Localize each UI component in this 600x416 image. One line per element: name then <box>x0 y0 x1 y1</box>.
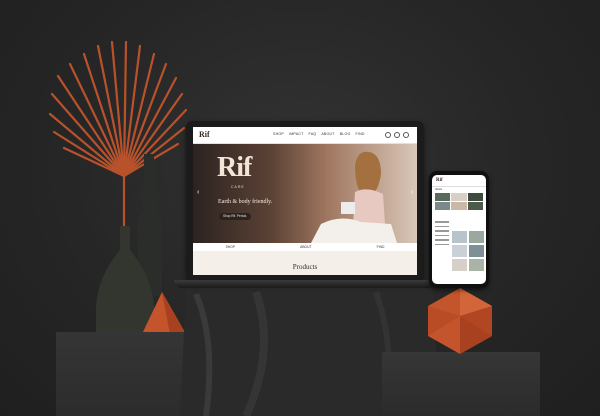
products-heading: Products <box>292 263 318 271</box>
phone-logo[interactable]: Rif <box>436 178 443 183</box>
search-icon[interactable] <box>385 132 391 138</box>
hero-logo: Rif <box>217 152 252 183</box>
laptop: Rif SHOP IMPACT FAQ ABOUT BLOG FIND Rif … <box>186 121 424 283</box>
nav-link-about[interactable]: ABOUT <box>321 132 334 136</box>
category-nav: SHOP ABOUT FIND <box>193 243 417 251</box>
carousel-next-icon[interactable]: › <box>411 189 413 196</box>
text-line <box>435 225 449 227</box>
laptop-screen: Rif SHOP IMPACT FAQ ABOUT BLOG FIND Rif … <box>193 127 417 275</box>
site-header: Rif SHOP IMPACT FAQ ABOUT BLOG FIND <box>193 127 417 144</box>
phone-text-list <box>435 221 449 245</box>
nav-link-blog[interactable]: BLOG <box>340 132 351 136</box>
grid-photo[interactable] <box>467 193 483 201</box>
site-nav: SHOP IMPACT FAQ ABOUT BLOG FIND <box>273 132 365 136</box>
hero-subtitle: CARE <box>231 185 245 189</box>
grid-photo[interactable] <box>467 202 483 210</box>
text-line <box>435 239 449 241</box>
thumbnail[interactable] <box>469 245 484 257</box>
phone: Rif rifcare <box>429 171 489 288</box>
hero-tagline: Earth & body friendly. <box>218 199 273 205</box>
nav-link-faq[interactable]: FAQ <box>309 132 317 136</box>
phone-screen: Rif rifcare <box>432 175 486 284</box>
site-logo[interactable]: Rif <box>199 130 210 139</box>
grid-photo[interactable] <box>451 202 467 210</box>
text-line <box>435 230 449 232</box>
laptop-base <box>174 280 436 288</box>
thumbnail[interactable] <box>452 245 467 257</box>
polyhedron-decoration <box>428 288 492 354</box>
shop-button[interactable]: Shop Rif. Period. <box>219 213 251 220</box>
thumbnail[interactable] <box>469 259 484 271</box>
cart-icon[interactable] <box>403 132 409 138</box>
text-line <box>435 234 449 236</box>
right-pedestal <box>382 352 540 416</box>
thumbnail[interactable] <box>452 231 467 243</box>
category-link-shop[interactable]: SHOP <box>226 245 235 249</box>
hero-model-image <box>311 151 397 243</box>
header-icons <box>385 132 409 138</box>
thumbnail[interactable] <box>452 259 467 271</box>
grid-photo[interactable] <box>435 193 451 201</box>
account-icon[interactable] <box>394 132 400 138</box>
phone-photo-grid <box>435 193 483 210</box>
category-link-find[interactable]: FIND <box>377 245 385 249</box>
category-link-about[interactable]: ABOUT <box>300 245 311 249</box>
text-line <box>435 221 449 223</box>
phone-profile-text: rifcare <box>435 188 443 191</box>
grid-photo[interactable] <box>451 193 467 201</box>
nav-link-impact[interactable]: IMPACT <box>289 132 304 136</box>
text-line <box>435 243 449 245</box>
hero-banner: Rif CARE Earth & body friendly. Shop Rif… <box>193 144 417 243</box>
mockup-scene: Rif SHOP IMPACT FAQ ABOUT BLOG FIND Rif … <box>0 0 600 416</box>
nav-link-find[interactable]: FIND <box>356 132 365 136</box>
nav-link-shop[interactable]: SHOP <box>273 132 284 136</box>
carousel-prev-icon[interactable]: ‹ <box>197 189 199 196</box>
grid-photo[interactable] <box>435 202 451 210</box>
thumbnail[interactable] <box>469 231 484 243</box>
phone-thumbnails <box>452 231 484 271</box>
phone-header: Rif <box>432 175 486 187</box>
